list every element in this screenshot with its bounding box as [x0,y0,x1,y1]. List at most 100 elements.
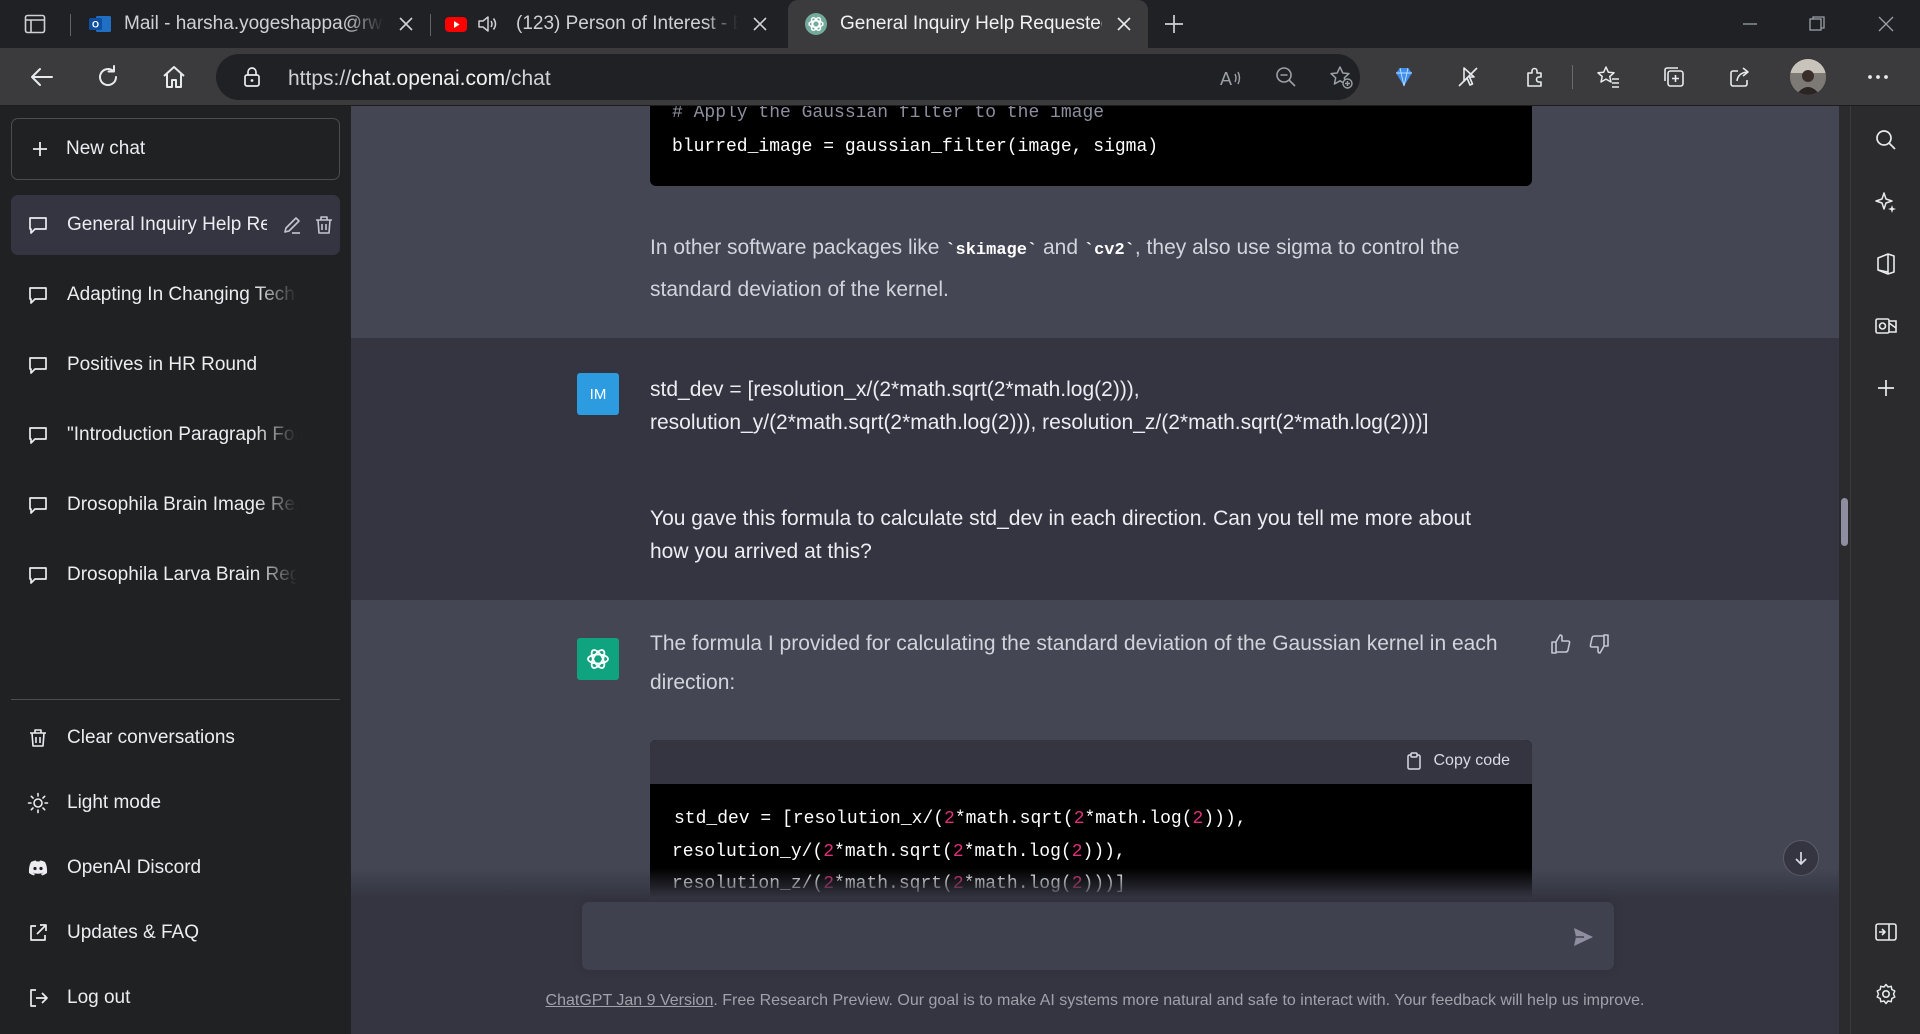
assistant-message-previous: # Apply the Gaussian filter to the image… [351,106,1839,338]
action-label: Updates & FAQ [67,922,200,943]
discover-icon[interactable] [1872,188,1900,216]
conversation-label: General Inquiry Help Re [67,214,267,235]
home-icon[interactable] [158,61,190,93]
thumbs-down-icon[interactable] [1587,632,1611,656]
speaker-icon[interactable] [476,12,500,36]
close-icon[interactable] [1112,12,1136,36]
tab-chatgpt[interactable]: General Inquiry Help Requested [788,0,1148,48]
light-mode-button[interactable]: Light mode [11,775,340,831]
version-link[interactable]: ChatGPT Jan 9 Version [546,992,714,1009]
conversation-item[interactable]: Adapting In Changing Tech-W [11,265,340,325]
edit-icon[interactable] [281,214,303,236]
edge-sidebar [1850,106,1920,1034]
back-icon[interactable] [26,61,58,93]
url-text: https://chat.openai.com/chat [288,67,551,91]
refresh-icon[interactable] [92,61,124,93]
action-label: OpenAI Discord [67,857,202,878]
new-tab-icon[interactable] [1162,12,1186,36]
tab-mail[interactable]: O Mail - harsha.yogeshappa@rwth-aachen.d… [86,0,426,48]
copy-code-button[interactable]: Copy code [1404,751,1510,771]
more-options-icon[interactable] [1862,61,1894,93]
conversation-item[interactable]: Drosophila Larva Brain Registra [11,545,340,605]
inline-code: `skimage` [945,241,1038,260]
read-aloud-icon[interactable]: A [1218,65,1244,91]
settings-gear-icon[interactable] [1872,980,1900,1008]
clear-conversations-button[interactable]: Clear conversations [11,710,340,766]
send-icon[interactable] [1570,924,1596,950]
footer-text: . Free Research Preview. Our goal is to … [713,992,1645,1009]
gem-extension-icon[interactable] [1388,61,1420,93]
close-icon[interactable] [394,12,418,36]
chat-sidebar: New chat General Inquiry Help Re Adaptin… [0,106,351,1034]
plus-icon [30,139,50,159]
user-message: IM std_dev = [resolution_x/(2*math.sqrt(… [351,338,1839,600]
message-text: The formula I provided for calculating t… [650,632,1498,694]
collections-icon[interactable] [1658,61,1690,93]
tab-actions-icon[interactable] [23,12,47,36]
office-icon[interactable] [1872,250,1900,278]
conversation-item[interactable]: General Inquiry Help Re [11,195,340,255]
text-segment: and [1037,236,1084,259]
add-favorite-icon[interactable] [1328,64,1354,90]
inline-code: `cv2` [1083,241,1135,260]
composer-area: ChatGPT Jan 9 Version. Free Research Pre… [351,868,1839,1034]
extensions-icon[interactable] [1519,61,1551,93]
lock-icon[interactable] [240,65,264,89]
tab-title: (123) Person of Interest - Entering the … [516,13,738,34]
code-line: blurred_image = gaussian_filter(image, s… [672,137,1159,157]
updates-faq-button[interactable]: Updates & FAQ [11,905,340,961]
user-avatar: IM [577,373,619,415]
svg-text:O: O [92,20,99,30]
user-question: You gave this formula to calculate std_d… [650,507,1472,563]
close-icon[interactable] [748,12,772,36]
add-sidebar-app-icon[interactable] [1872,374,1900,402]
share-icon[interactable] [1724,61,1756,93]
discord-button[interactable]: OpenAI Discord [11,840,340,896]
user-formula: std_dev = [resolution_x/(2*math.sqrt(2*m… [650,378,1429,434]
thumbs-up-icon[interactable] [1549,632,1573,656]
log-out-button[interactable]: Log out [11,970,340,1026]
address-bar: https://chat.openai.com/chat A [0,48,1920,106]
trash-icon [27,727,49,749]
new-chat-label: New chat [66,138,146,159]
openai-icon [587,649,609,669]
footer-disclaimer: ChatGPT Jan 9 Version. Free Research Pre… [351,992,1839,1010]
url-field[interactable]: https://chat.openai.com/chat A [216,54,1360,100]
scrollbar-thumb[interactable] [1841,498,1848,546]
tab-youtube[interactable]: (123) Person of Interest - Entering the … [444,0,780,48]
clipboard-icon [1406,752,1421,770]
sun-icon [27,792,49,814]
conversation-item[interactable]: Positives in HR Round [11,335,340,395]
chat-thread: # Apply the Gaussian filter to the image… [351,106,1839,1034]
discord-icon [27,857,49,879]
logout-icon [27,987,49,1009]
cursor-extension-icon[interactable] [1452,61,1484,93]
chat-bubble-icon [27,494,49,516]
delete-icon[interactable] [313,214,335,236]
text-segment: In other software packages like [650,236,946,259]
close-window-icon[interactable] [1874,12,1898,36]
zoom-out-icon[interactable] [1274,65,1298,89]
url-path: /chat [505,67,551,90]
browser-tab-bar: O Mail - harsha.yogeshappa@rwth-aachen.d… [0,0,1920,48]
conversation-item[interactable]: "Introduction Paragraph For Re [11,405,340,465]
sidebar-divider [11,699,340,700]
minimize-icon[interactable] [1738,12,1762,36]
arrow-down-icon [1795,852,1807,865]
search-icon[interactable] [1872,126,1900,154]
hide-sidebar-icon[interactable] [1872,918,1900,946]
code-line: std_dev = [resolution_x/(2*math.sqrt(2*m… [674,809,1247,829]
profile-avatar[interactable] [1790,59,1826,95]
chat-bubble-icon [27,284,49,306]
conversation-label: Adapting In Changing Tech-W [67,284,297,305]
outlook-sidebar-icon[interactable] [1872,312,1900,340]
youtube-icon [444,12,468,36]
chat-bubble-icon [27,564,49,586]
conversation-item[interactable]: Drosophila Brain Image Registr [11,475,340,535]
new-chat-button[interactable]: New chat [11,118,340,180]
favorites-icon[interactable] [1592,61,1624,93]
message-input[interactable] [582,902,1614,970]
chat-bubble-icon [27,424,49,446]
restore-icon[interactable] [1805,12,1829,36]
scrollbar[interactable] [1839,106,1850,1034]
